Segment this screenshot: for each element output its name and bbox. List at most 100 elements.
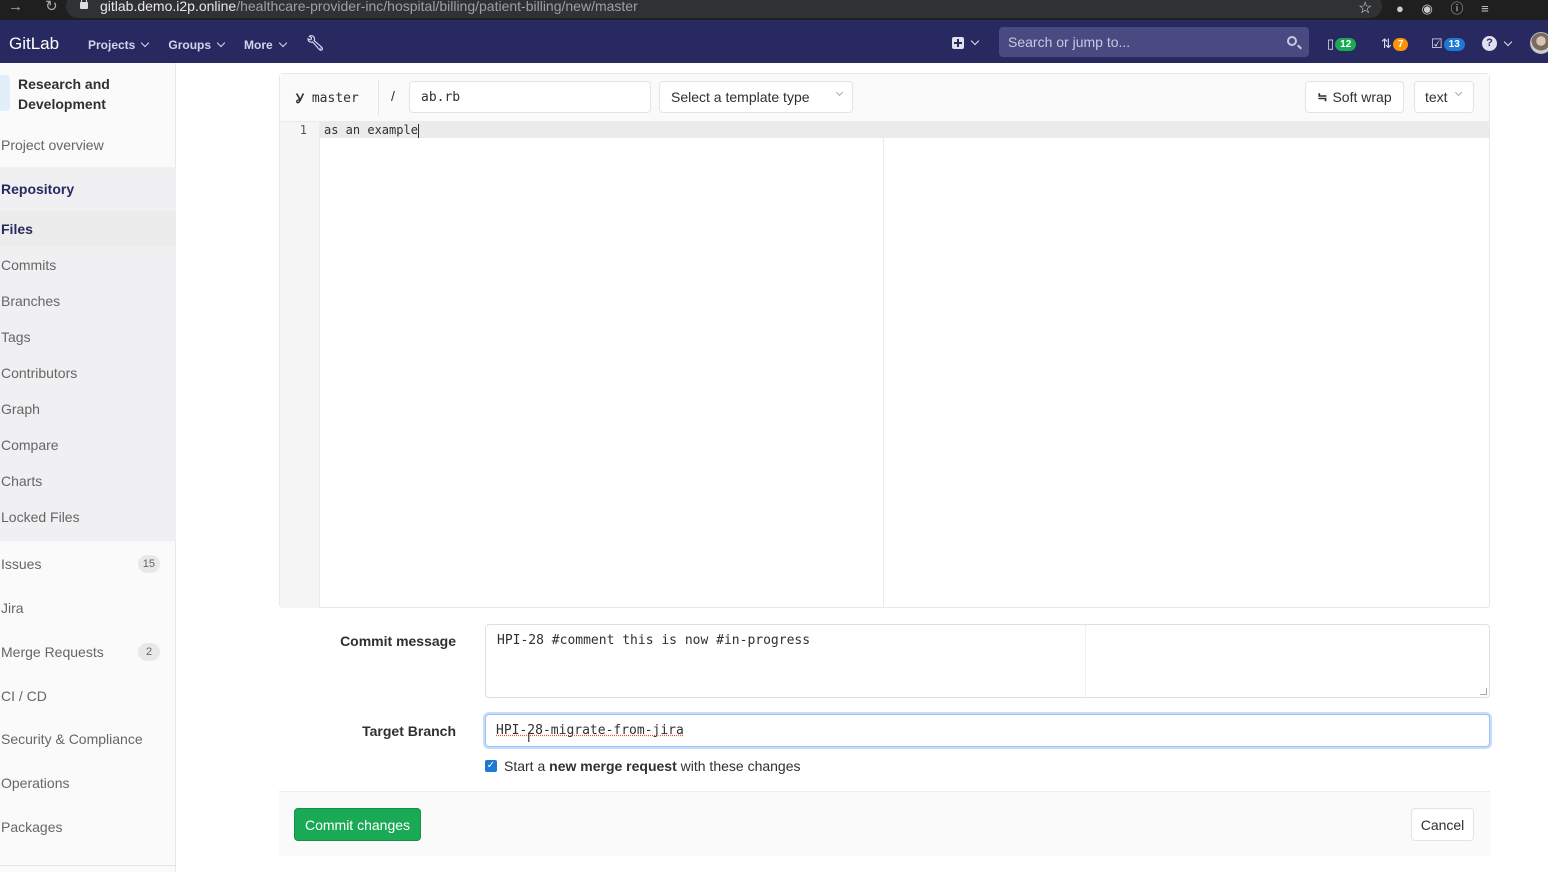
line-number: 1 xyxy=(299,123,307,137)
sidebar-item-ci-cd[interactable]: CI / CD xyxy=(0,678,176,714)
code-line[interactable]: as an example xyxy=(324,122,419,138)
sidebar-item-label: Files xyxy=(1,221,33,237)
cancel-button[interactable]: Cancel xyxy=(1411,808,1474,841)
chevron-down-icon xyxy=(278,38,287,47)
sidebar-item-label: Tags xyxy=(1,329,31,345)
template-type-select[interactable]: Select a template type xyxy=(659,81,853,113)
sidebar-item-operations[interactable]: Operations xyxy=(0,765,176,801)
issues-counter[interactable]: ▯ 12 xyxy=(1327,36,1357,52)
sidebar-divider xyxy=(0,865,176,866)
form-actions: Commit changes Cancel xyxy=(279,791,1490,856)
mr-text-after: with these changes xyxy=(680,758,801,774)
textarea-divider xyxy=(1085,625,1086,697)
target-branch-label: Target Branch xyxy=(362,723,456,739)
sidebar-item-label: Locked Files xyxy=(1,509,80,525)
address-bar[interactable]: gitlab.demo.i2p.online/healthcare-provid… xyxy=(66,0,1382,18)
lock-icon xyxy=(80,0,88,9)
url-text[interactable]: gitlab.demo.i2p.online/healthcare-provid… xyxy=(100,0,638,14)
chevron-down-icon xyxy=(970,36,980,46)
sidebar-item-security-compliance[interactable]: Security & Compliance xyxy=(0,721,176,757)
help-dropdown[interactable]: ? xyxy=(1482,36,1513,51)
merge-request-icon: ⇅ xyxy=(1381,36,1392,51)
bookmark-star-icon[interactable]: ☆ xyxy=(1358,0,1372,18)
search-input[interactable] xyxy=(1008,34,1278,50)
extension-icon[interactable]: ● xyxy=(1396,1,1404,16)
nav-groups[interactable]: Groups xyxy=(168,37,226,52)
soft-wrap-label: Soft wrap xyxy=(1332,89,1392,105)
sidebar-item-charts[interactable]: Charts xyxy=(0,463,176,499)
sidebar-item-label: CI / CD xyxy=(1,688,47,704)
sidebar-item-locked-files[interactable]: Locked Files xyxy=(0,499,176,535)
user-avatar[interactable] xyxy=(1530,32,1548,54)
sidebar-item-branches[interactable]: Branches xyxy=(0,283,176,319)
print-margin xyxy=(883,122,884,608)
soft-wrap-icon: ≒ xyxy=(1317,90,1328,104)
editor-gutter: 1 xyxy=(280,122,320,608)
merge-requests-counter[interactable]: ⇅ 7 xyxy=(1381,36,1409,52)
branch-label: Ỿ master xyxy=(296,89,359,107)
sidebar-item-label: Contributors xyxy=(1,365,78,381)
forward-arrow-icon[interactable]: → xyxy=(8,0,23,15)
sidebar-item-label: Graph xyxy=(1,401,40,417)
browser-toolbar: → ↻ gitlab.demo.i2p.online/healthcare-pr… xyxy=(0,0,1548,20)
branch-name: master xyxy=(311,90,359,106)
editor-toolbar: Ỿ master / Select a template type ≒ Soft… xyxy=(280,74,1489,122)
chevron-down-icon xyxy=(1503,37,1513,46)
sidebar-item-files[interactable]: Files xyxy=(0,211,176,247)
sidebar-item-issues[interactable]: Issues 15 xyxy=(0,546,176,582)
sidebar-item-label: Branches xyxy=(1,293,61,309)
sidebar-item-commits[interactable]: Commits xyxy=(0,247,176,283)
soft-wrap-button[interactable]: ≒ Soft wrap xyxy=(1305,81,1404,113)
plus-square-icon xyxy=(952,37,964,49)
nav-projects[interactable]: Projects xyxy=(88,37,150,52)
extension-icon[interactable]: ◉ xyxy=(1421,1,1432,16)
sidebar-item-label: Project overview xyxy=(1,137,104,153)
resize-handle-icon[interactable] xyxy=(1480,688,1487,695)
active-line-highlight xyxy=(280,122,1489,138)
sidebar-item-repository[interactable]: Repository xyxy=(0,171,176,207)
sidebar-item-contributors[interactable]: Contributors xyxy=(0,355,176,391)
sidebar-item-graph[interactable]: Graph xyxy=(0,391,176,427)
branch-icon: Ỿ xyxy=(296,91,304,106)
issues-count-badge: 12 xyxy=(1335,37,1357,51)
search-icon xyxy=(1287,36,1297,46)
info-icon[interactable]: ⓘ xyxy=(1450,1,1463,16)
nav-projects-label: Projects xyxy=(88,37,136,52)
commit-message-textarea[interactable]: HPI-28 #comment this is now #in-progress xyxy=(485,624,1490,698)
sidebar-item-label: Jira xyxy=(1,600,24,616)
chevron-down-icon xyxy=(141,38,150,47)
admin-wrench-icon[interactable]: 🔧︎ xyxy=(306,34,325,52)
new-merge-request-checkbox[interactable]: ✓ xyxy=(485,760,497,772)
search-field[interactable] xyxy=(999,27,1309,57)
commit-message-label: Commit message xyxy=(340,633,456,649)
sidebar-item-label: Compare xyxy=(1,437,59,453)
sidebar-item-tags[interactable]: Tags xyxy=(0,319,176,355)
sidebar-item-label: Charts xyxy=(1,473,43,489)
toolbar-divider xyxy=(378,80,379,116)
new-dropdown-button[interactable] xyxy=(952,36,980,49)
mr-count-badge: 7 xyxy=(1392,37,1409,51)
commit-changes-button[interactable]: Commit changes xyxy=(294,808,421,841)
gitlab-logo[interactable]: GitLab xyxy=(9,34,59,54)
mr-text-bold: new merge request xyxy=(549,758,677,774)
sidebar-item-compare[interactable]: Compare xyxy=(0,427,176,463)
project-name[interactable]: Research and Development xyxy=(18,74,168,114)
sidebar-item-project-overview[interactable]: Project overview xyxy=(0,127,176,163)
editor-mode-select[interactable]: text xyxy=(1414,81,1474,113)
target-branch-input[interactable] xyxy=(485,714,1490,747)
new-merge-request-text: Start a new merge request with these cha… xyxy=(504,758,801,774)
sidebar-item-label: Operations xyxy=(1,775,70,791)
nav-groups-label: Groups xyxy=(168,37,212,52)
project-avatar xyxy=(0,75,10,111)
sidebar-item-packages[interactable]: Packages xyxy=(0,809,176,845)
todos-counter[interactable]: ☑ 13 xyxy=(1431,36,1465,52)
file-name-input[interactable] xyxy=(409,81,651,113)
chevron-down-icon xyxy=(1454,88,1463,97)
reload-icon[interactable]: ↻ xyxy=(45,0,58,15)
nav-more[interactable]: More xyxy=(244,37,287,52)
todo-icon: ☑ xyxy=(1431,36,1443,51)
sidebar-item-jira[interactable]: Jira xyxy=(0,590,176,626)
playlist-icon[interactable]: ≡ xyxy=(1481,1,1489,16)
sidebar-item-merge-requests[interactable]: Merge Requests 2 xyxy=(0,634,176,670)
todo-count-badge: 13 xyxy=(1443,37,1465,51)
